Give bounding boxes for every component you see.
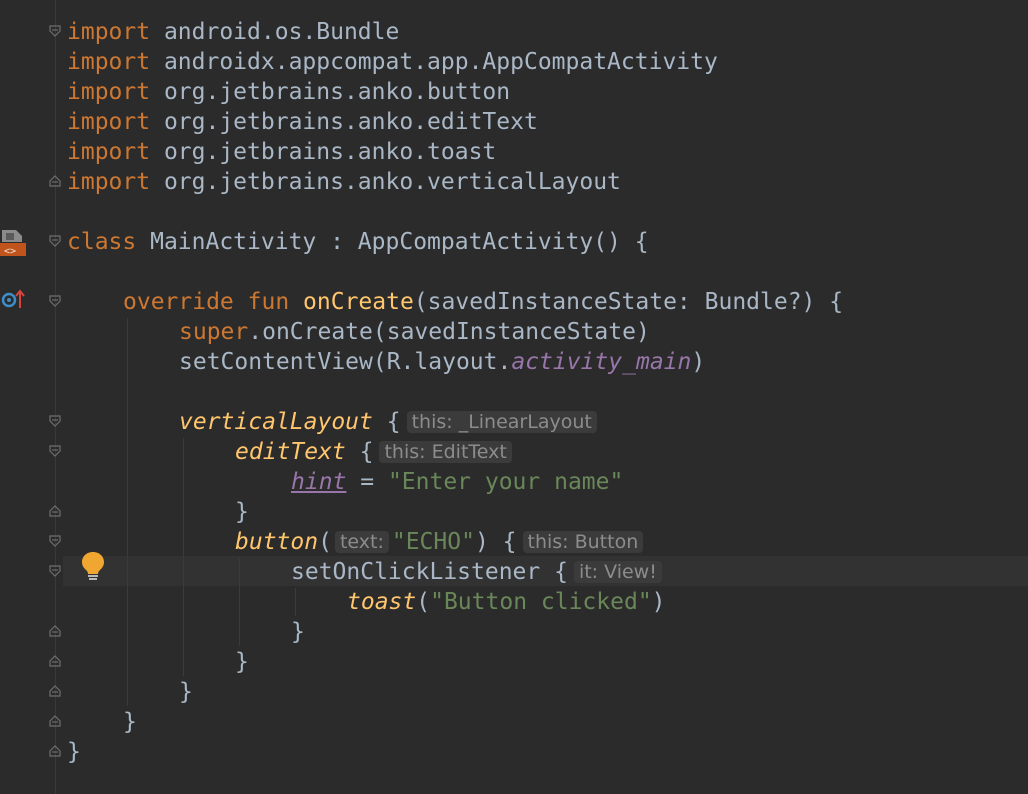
class-declaration: MainActivity : AppCompatActivity() { [136,229,649,255]
code-line-1[interactable]: import android.os.Bundle [67,17,399,47]
keyword-import: import [67,19,151,45]
fold-collapse-icon[interactable] [48,564,62,578]
property-name: hint [291,469,347,495]
fold-collapse-icon[interactable] [48,444,62,458]
fold-collapse-icon[interactable] [48,414,62,428]
closing-brace: } [291,619,305,645]
function-params: (savedInstanceState: Bundle?) { [413,289,844,315]
string-literal: "Enter your name" [387,469,624,495]
keyword-import: import [67,139,151,165]
code-line-16[interactable]: hint = "Enter your name" [291,467,623,497]
code-line-5[interactable]: import org.jetbrains.anko.toast [67,137,496,167]
lambda-receiver-hint: this: Button [522,530,644,553]
call-text: setContentView(R.layout. [179,349,512,375]
dsl-call: button [235,529,319,555]
paren-close: ) [651,589,666,615]
code-line-12[interactable]: setContentView(R.layout.activity_main) [179,347,705,377]
closing-brace: } [235,649,249,675]
function-name: onCreate [303,289,414,315]
gutter-separator [55,0,56,794]
keyword-import: import [67,49,151,75]
closing-brace: } [179,679,193,705]
code-line-14[interactable]: verticalLayout {this: _LinearLayout [179,407,597,437]
call-close: ) [691,349,706,375]
code-editor[interactable]: <> import android.os.Bundle import andro… [0,0,1028,794]
keyword-import: import [67,169,151,195]
keyword-fun: fun [247,289,290,315]
code-line-10[interactable]: override fun onCreate(savedInstanceState… [123,287,843,317]
dsl-call: verticalLayout [179,409,373,435]
indent-guide [183,438,184,676]
keyword-import: import [67,79,151,105]
code-line-3[interactable]: import org.jetbrains.anko.button [67,77,510,107]
code-line-6[interactable]: import org.jetbrains.anko.verticalLayout [67,167,621,197]
paren-close: ) { [474,529,517,555]
code-line-8[interactable]: class MainActivity : AppCompatActivity()… [67,227,649,257]
string-literal: "Button clicked" [430,589,652,615]
fold-end-icon[interactable] [48,174,62,188]
code-line-23[interactable]: } [179,677,193,707]
paren-open: ( [416,589,431,615]
code-line-22[interactable]: } [235,647,249,677]
import-path: org.jetbrains.anko.toast [150,139,497,165]
fold-collapse-icon[interactable] [48,234,62,248]
code-line-24[interactable]: } [123,707,137,737]
assign-operator: = [346,469,388,495]
fold-collapse-icon[interactable] [48,534,62,548]
brace: { [372,409,401,435]
closing-brace: } [67,739,81,765]
closing-brace: } [235,499,249,525]
keyword-class: class [67,229,137,255]
code-line-18[interactable]: button(text: "ECHO") {this: Button [235,527,644,557]
fold-end-icon[interactable] [48,504,62,518]
code-line-17[interactable]: } [235,497,249,527]
code-line-2[interactable]: import androidx.appcompat.app.AppCompatA… [67,47,718,77]
implemented-layout-icon[interactable]: <> [0,228,28,262]
code-line-20[interactable]: toast("Button clicked") [347,587,666,617]
override-up-arrow-icon[interactable] [0,288,28,316]
code-line-19[interactable]: setOnClickListener {it: View! [291,557,662,587]
code-line-11[interactable]: super.onCreate(savedInstanceState) [179,317,650,347]
svg-text:<>: <> [4,246,16,257]
code-line-21[interactable]: } [291,617,305,647]
code-line-4[interactable]: import org.jetbrains.anko.editText [67,107,538,137]
keyword-import: import [67,109,151,135]
fold-collapse-icon[interactable] [48,24,62,38]
listener-call: setOnClickListener { [291,559,568,585]
code-line-15[interactable]: editText {this: EditText [235,437,512,467]
indent-guide [239,558,240,646]
fold-end-icon[interactable] [48,714,62,728]
brace: { [345,439,374,465]
import-path: org.jetbrains.anko.editText [150,109,538,135]
keyword-override: override [123,289,234,315]
call-text: .onCreate(savedInstanceState) [248,319,650,345]
import-path: org.jetbrains.anko.verticalLayout [150,169,621,195]
indent-guide [127,318,128,706]
dsl-call: toast [347,589,417,615]
parameter-name-hint: text: [334,530,389,553]
fold-collapse-icon[interactable] [48,294,62,308]
fold-end-icon[interactable] [48,744,62,758]
dsl-call: editText [235,439,346,465]
fold-end-icon[interactable] [48,684,62,698]
closing-brace: } [123,709,137,735]
paren-open: ( [318,529,332,555]
layout-resource: activity_main [511,349,692,375]
indent-guide [295,588,296,616]
keyword-super: super [179,319,249,345]
import-path: android.os.Bundle [150,19,400,45]
code-line-25[interactable]: } [67,737,81,767]
fold-end-icon[interactable] [48,654,62,668]
lambda-param-hint: it: View! [573,560,662,583]
string-literal: "ECHO" [391,529,475,555]
fold-end-icon[interactable] [48,624,62,638]
import-path: androidx.appcompat.app.AppCompatActivity [150,49,718,75]
lambda-receiver-hint: this: EditText [379,440,512,463]
import-path: org.jetbrains.anko.button [150,79,511,105]
lambda-receiver-hint: this: _LinearLayout [406,410,597,433]
intention-bulb-icon[interactable] [80,550,106,586]
